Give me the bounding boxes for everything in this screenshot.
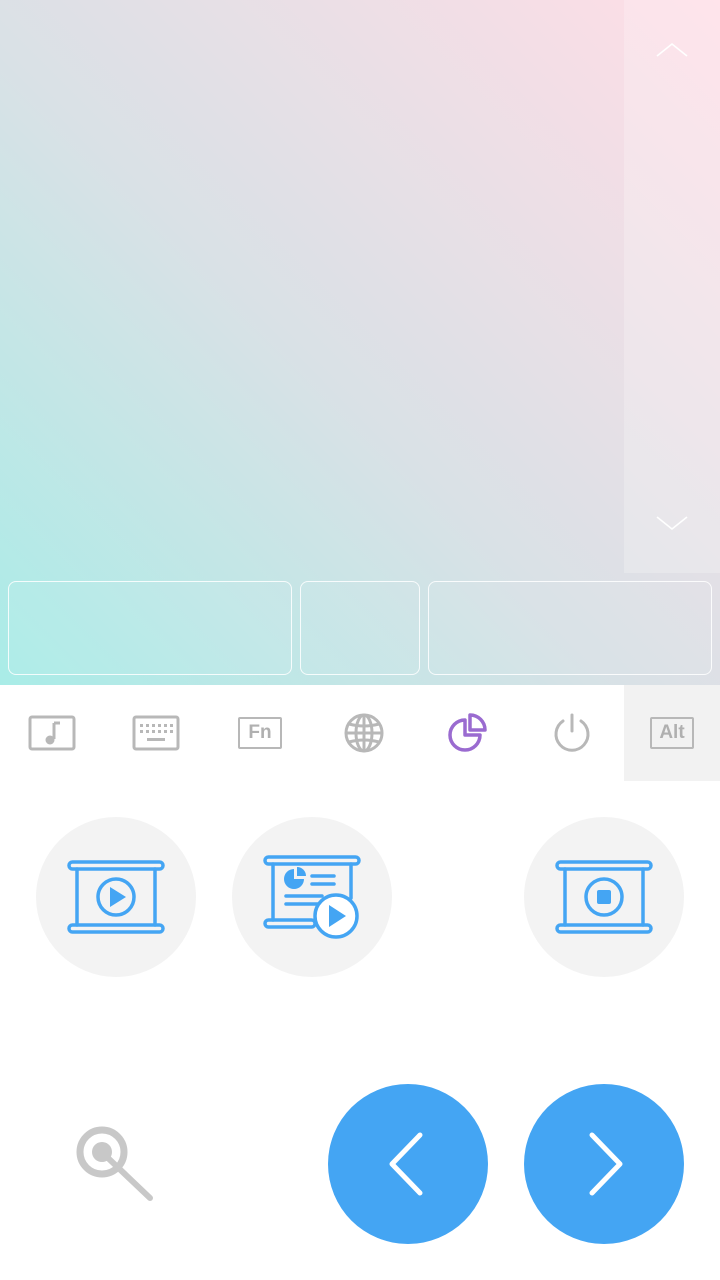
tab-keyboard[interactable]: [104, 685, 208, 781]
tab-power[interactable]: [520, 685, 624, 781]
right-click-button[interactable]: [428, 581, 712, 675]
tab-media[interactable]: [0, 685, 104, 781]
chevron-down-icon: [656, 516, 688, 531]
tab-browser[interactable]: [312, 685, 416, 781]
keyboard-icon: [132, 715, 180, 751]
next-slide-button[interactable]: [524, 1084, 684, 1244]
stop-slideshow-button[interactable]: [524, 817, 684, 977]
laser-pointer-icon: [76, 1126, 153, 1201]
chevron-up-icon: [656, 42, 688, 57]
start-slideshow-button[interactable]: [36, 817, 196, 977]
slideshow-from-current-icon: [263, 855, 361, 939]
music-note-icon: [28, 715, 76, 751]
scroll-up-button[interactable]: [624, 30, 720, 70]
scroll-down-button[interactable]: [624, 503, 720, 543]
globe-icon: [344, 713, 384, 753]
remote-app: Fn Alt: [0, 0, 720, 1280]
slideshow-from-current-button[interactable]: [232, 817, 392, 977]
left-click-button[interactable]: [8, 581, 292, 675]
alt-key-button[interactable]: Alt: [624, 685, 720, 781]
fn-key-icon: Fn: [238, 717, 282, 749]
slideshow-stop-icon: [555, 860, 653, 934]
chevron-right-icon: [589, 1132, 623, 1196]
chevron-left-icon: [389, 1132, 423, 1196]
pie-chart-icon: [448, 713, 487, 752]
slideshow-play-icon: [67, 860, 165, 934]
alt-key-icon: Alt: [650, 717, 694, 749]
laser-pointer-button[interactable]: [70, 1120, 166, 1216]
tab-function-keys[interactable]: Fn: [208, 685, 312, 781]
power-icon: [554, 713, 590, 752]
fn-key-label: Fn: [248, 722, 272, 743]
tab-presentation[interactable]: [416, 685, 520, 781]
touchpad-area[interactable]: [0, 0, 720, 685]
scroll-strip[interactable]: [624, 0, 720, 573]
alt-key-label: Alt: [659, 722, 685, 743]
mode-toolbar: Fn Alt: [0, 685, 720, 781]
middle-click-button[interactable]: [300, 581, 420, 675]
previous-slide-button[interactable]: [328, 1084, 488, 1244]
